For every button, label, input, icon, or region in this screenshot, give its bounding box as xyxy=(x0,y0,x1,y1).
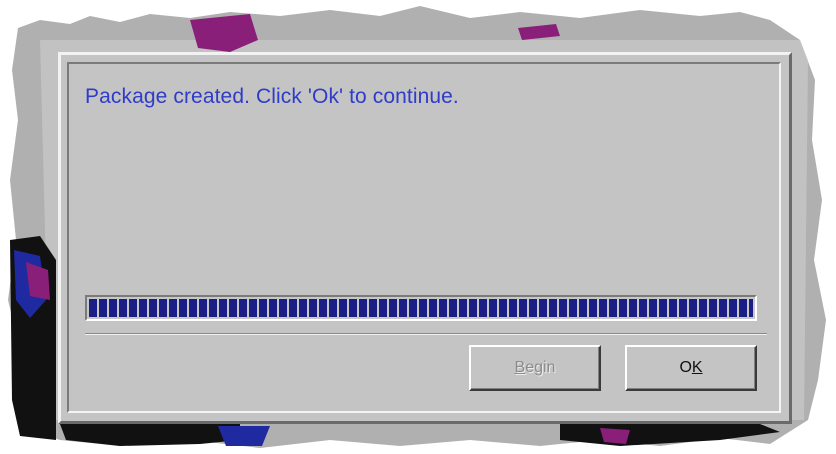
begin-button[interactable]: Begin xyxy=(469,345,601,391)
dark-bottom-edge xyxy=(60,424,240,446)
progress-bar xyxy=(85,295,757,321)
status-message: Package created. Click 'Ok' to continue. xyxy=(85,85,459,108)
progress-bar-fill xyxy=(89,299,753,317)
blue-smear-bottom xyxy=(218,426,270,446)
begin-button-label-suffix: egin xyxy=(525,359,556,376)
dark-bottom-right xyxy=(560,424,780,446)
button-divider xyxy=(85,333,767,335)
ok-button-mnemonic: K xyxy=(691,359,703,376)
begin-button-mnemonic: B xyxy=(514,359,526,376)
ok-button-label-prefix: O xyxy=(679,359,692,376)
package-dialog: Package created. Click 'Ok' to continue.… xyxy=(58,52,792,424)
purple-smear-bottom xyxy=(600,428,630,444)
ok-button[interactable]: OK xyxy=(625,345,757,391)
